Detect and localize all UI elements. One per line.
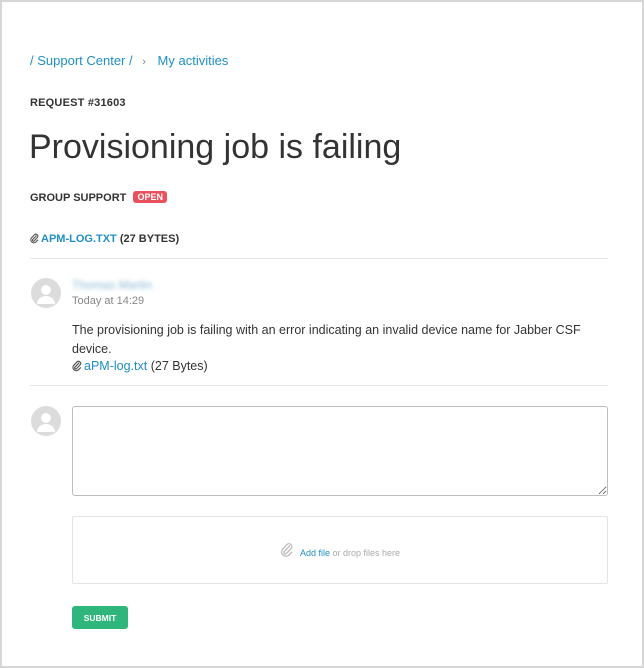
divider [30,258,608,259]
request-attachment: APM-LOG.TXT (27 BYTES) [30,233,179,247]
comment-author: Thomas Martin [72,278,153,292]
avatar-icon [31,406,61,436]
request-id: REQUEST #31603 [30,97,126,109]
drop-hint: or drop files here [332,548,401,558]
breadcrumb-my-activities[interactable]: My activities [158,53,229,68]
paperclip-icon [280,542,294,560]
breadcrumb-support-center[interactable]: / Support Center / [30,53,133,68]
comment-body: The provisioning job is failing with an … [72,323,581,356]
group-row: GROUP SUPPORT OPEN [30,191,167,204]
submit-button[interactable]: SUBMIT [72,606,128,629]
page-frame: / Support Center / › My activities REQUE… [0,0,644,668]
request-attachment-size: (27 BYTES) [119,233,180,245]
paperclip-icon [30,233,39,247]
comment-attachment-link[interactable]: aPM-log.txt [84,359,147,373]
dropzone-content: Add file or drop files here [73,542,607,560]
comment-attachment-size: (27 Bytes) [150,359,208,373]
group-label: GROUP SUPPORT [30,192,127,204]
comment-timestamp: Today at 14:29 [72,295,145,307]
reply-textarea[interactable] [72,406,608,496]
breadcrumb: / Support Center / › My activities [30,53,228,68]
divider [30,385,608,386]
page-title: Provisioning job is failing [29,128,402,166]
paperclip-icon [72,360,82,375]
comment-attachment: aPM-log.txt (27 Bytes) [72,359,208,375]
status-badge: OPEN [133,191,167,203]
add-file-link[interactable]: Add file [300,548,330,558]
breadcrumb-separator: › [142,56,146,68]
file-dropzone[interactable]: Add file or drop files here [72,516,608,584]
request-attachment-link[interactable]: APM-LOG.TXT [41,233,117,245]
avatar-icon [31,278,61,308]
